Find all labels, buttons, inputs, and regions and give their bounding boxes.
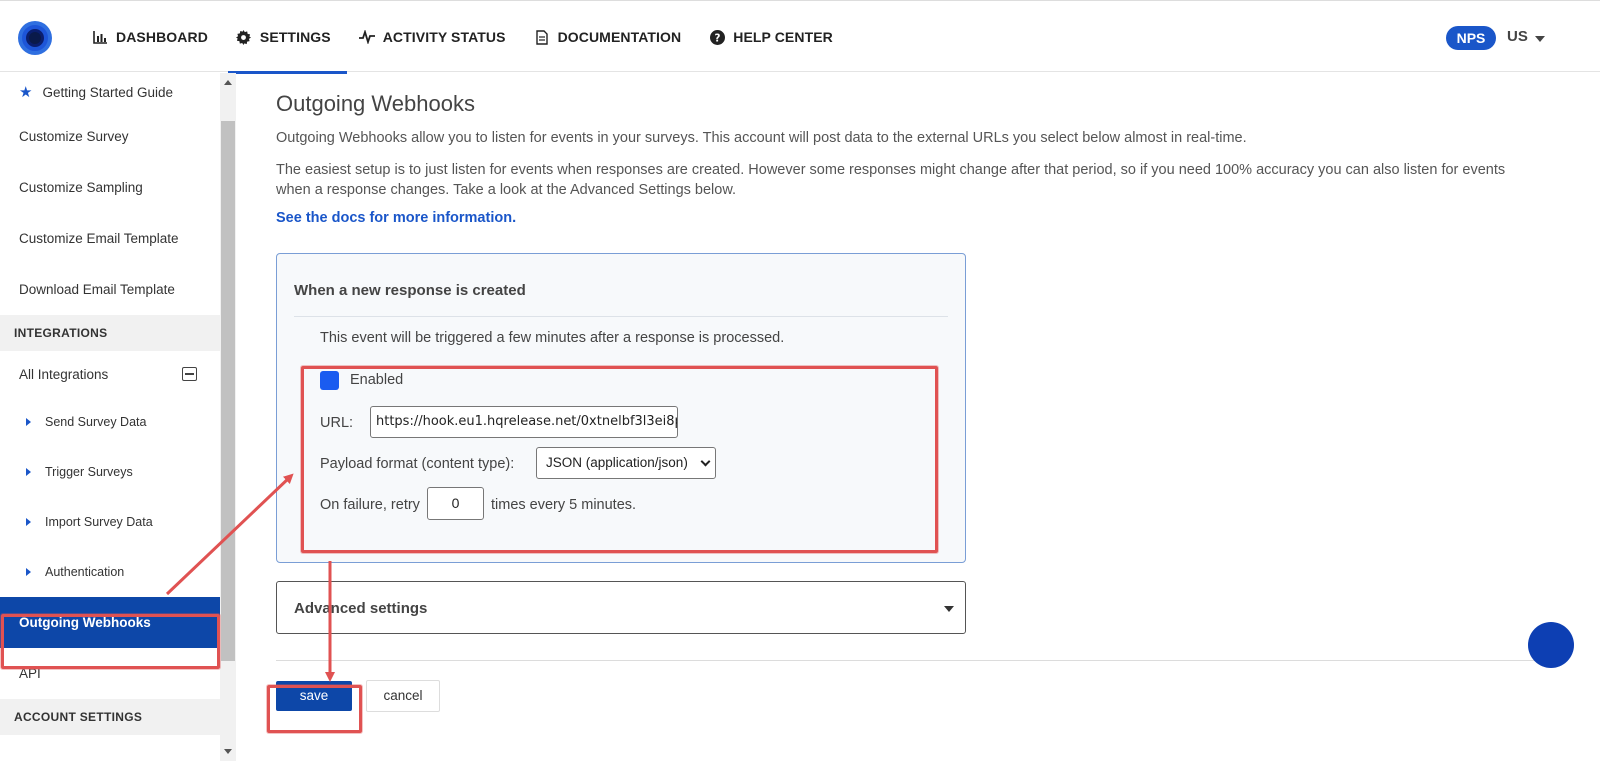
document-icon [534,29,550,45]
region-selector[interactable]: US [1507,28,1528,45]
nav-documentation[interactable]: DOCUMENTATION [534,1,696,73]
advanced-settings-title: Advanced settings [294,600,428,617]
nav-documentation-label: DOCUMENTATION [557,29,682,45]
nav-dashboard[interactable]: DASHBOARD [92,1,222,73]
nav-help-label: HELP CENTER [733,29,833,45]
collapse-icon[interactable] [182,367,197,381]
footer-divider [276,660,1568,661]
caret-down-icon [944,606,954,612]
sidebar-subitem-trigger-surveys[interactable]: Trigger Surveys [0,447,220,497]
sidebar-subitem-label: Authentication [45,565,125,579]
nav-items: DASHBOARD SETTINGS ACTIVITY STATUS DOCUM… [92,1,861,74]
sidebar-subitem-import-survey-data[interactable]: Import Survey Data [0,497,220,547]
sidebar-subitem-label: Send Survey Data [45,415,147,429]
caret-right-icon [26,518,31,526]
annotation-highlight-sidebar [1,614,220,669]
nav-settings[interactable]: SETTINGS [227,1,347,74]
sidebar-section-account-settings: ACCOUNT SETTINGS [0,699,220,735]
caret-right-icon [26,418,31,426]
page-description: Outgoing Webhooks allow you to listen fo… [276,130,1247,146]
sidebar-item-customize-survey[interactable]: Customize Survey [0,111,220,162]
scroll-down-arrow-icon[interactable] [224,749,232,754]
page-description-detail: The easiest setup is to just listen for … [276,162,1506,198]
page-title: Outgoing Webhooks [276,91,475,116]
chat-support-button[interactable] [1528,622,1574,668]
docs-link[interactable]: See the docs for more information. [276,210,516,226]
nav-activity-status[interactable]: ACTIVITY STATUS [358,1,520,73]
annotation-highlight-form [301,366,938,553]
sidebar-section-integrations: INTEGRATIONS [0,315,220,351]
nav-settings-label: SETTINGS [259,29,331,45]
annotation-highlight-save [267,685,362,733]
nav-activity-label: ACTIVITY STATUS [382,29,506,45]
card-note: This event will be triggered a few minut… [320,330,785,346]
cancel-button[interactable]: cancel [366,680,440,712]
logo-ring [22,25,48,51]
help-icon: ? [709,29,725,45]
star-icon: ★ [19,84,33,101]
nav-dashboard-label: DASHBOARD [116,29,208,45]
card-divider [294,316,948,317]
product-badge[interactable]: NPS [1446,26,1496,50]
activity-icon [358,29,375,45]
logo-dot [29,32,41,44]
svg-text:?: ? [714,32,720,44]
top-navigation-bar: DASHBOARD SETTINGS ACTIVITY STATUS DOCUM… [0,0,1600,74]
sidebar-item-download-email-template[interactable]: Download Email Template [0,264,220,315]
advanced-settings-dropdown[interactable]: Advanced settings [276,581,966,634]
sidebar-item-customize-email-template[interactable]: Customize Email Template [0,213,220,264]
app-logo[interactable] [18,21,52,55]
sidebar-scroll-thumb[interactable] [221,121,235,661]
sidebar-item-getting-started[interactable]: ★ Getting Started Guide [0,73,220,111]
sidebar-subitem-send-survey-data[interactable]: Send Survey Data [0,397,220,447]
caret-right-icon [26,468,31,476]
sidebar-item-all-integrations[interactable]: All Integrations [0,351,220,397]
sidebar-item-label: All Integrations [19,366,109,382]
caret-down-icon[interactable] [1535,36,1545,42]
sidebar-subitem-authentication[interactable]: Authentication [0,547,220,597]
sidebar-item-label: Getting Started Guide [42,84,174,100]
card-title: When a new response is created [294,282,526,299]
scroll-up-arrow-icon[interactable] [224,80,232,85]
caret-right-icon [26,568,31,576]
sidebar-subitem-label: Trigger Surveys [45,465,133,479]
bar-chart-icon [92,29,108,45]
gear-icon [236,29,252,45]
nav-help-center[interactable]: ? HELP CENTER [709,1,847,73]
sidebar-subitem-label: Import Survey Data [45,515,153,529]
sidebar-item-customize-sampling[interactable]: Customize Sampling [0,162,220,213]
